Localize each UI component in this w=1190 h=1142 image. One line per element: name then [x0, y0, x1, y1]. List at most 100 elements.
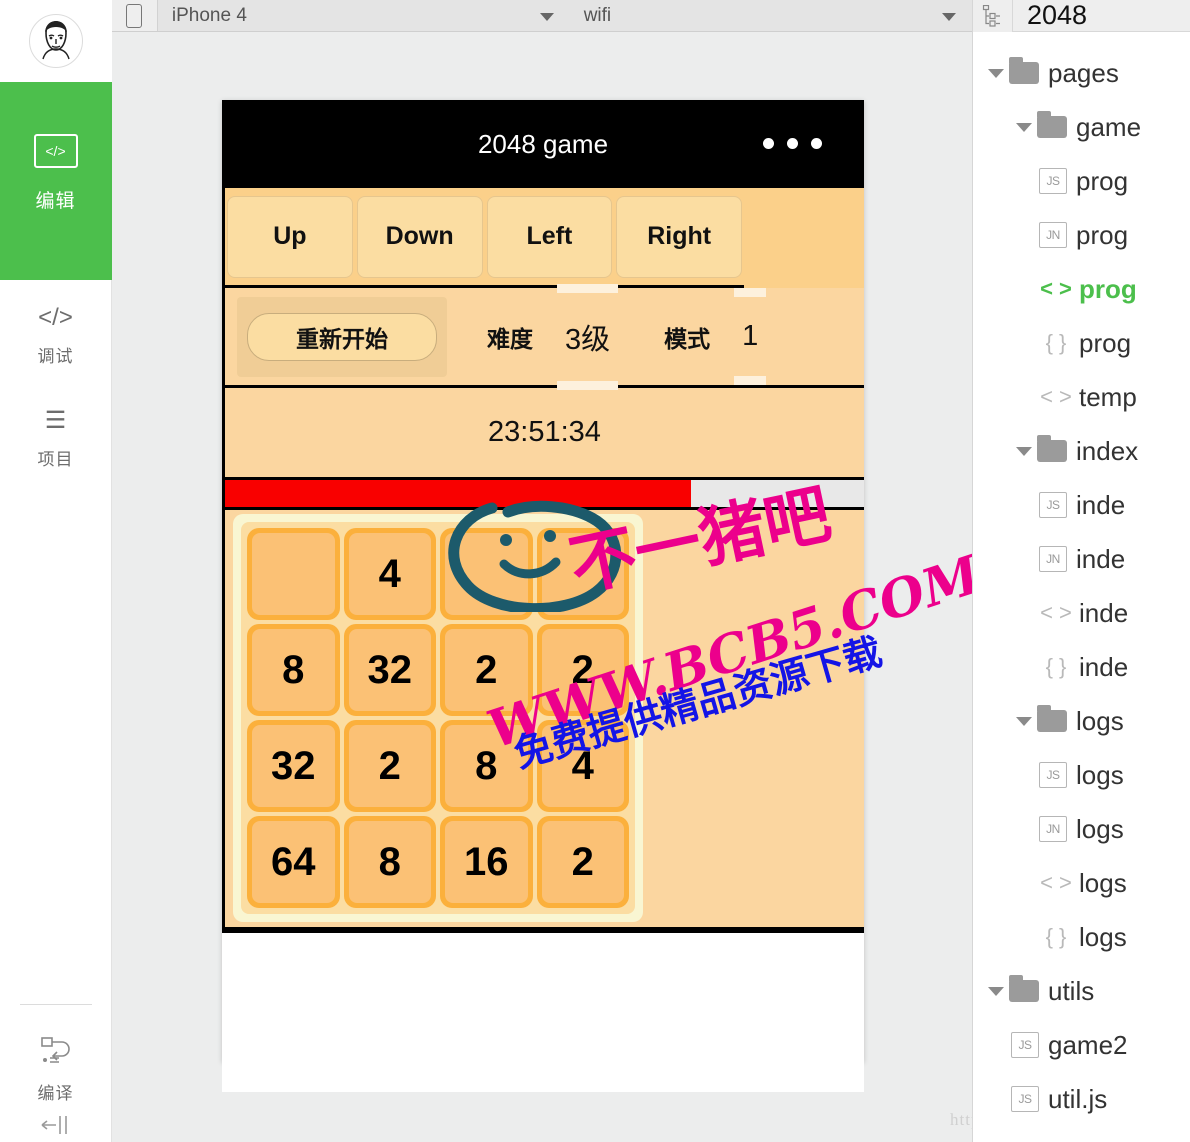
device-select[interactable]: iPhone 4 — [158, 0, 570, 31]
chevron-down-glyph — [1016, 446, 1032, 456]
tree-file-game2[interactable]: JS game2 — [973, 1018, 1190, 1072]
sidebar-divider — [19, 1004, 92, 1005]
tree-folder-pages[interactable]: pages — [973, 46, 1190, 100]
up-button[interactable]: Up — [227, 195, 353, 278]
tree-node-label: logs — [1076, 759, 1124, 790]
timer-value: 23:51:34 — [488, 416, 601, 448]
wxss-file-icon: { } — [1045, 924, 1067, 949]
tile-value: 16 — [445, 821, 528, 903]
face-icon — [41, 21, 70, 60]
tile-r3-c0: 64 — [247, 816, 340, 908]
restart-button[interactable]: 重新开始 — [247, 312, 437, 361]
network-select[interactable]: wifi — [570, 0, 972, 31]
tree-node-label: logs — [1079, 867, 1127, 898]
network-select-value: wifi — [583, 4, 612, 26]
code-icon: </> — [33, 134, 78, 168]
tree-folder-index[interactable]: index — [973, 424, 1190, 478]
tile-value: 2 — [541, 821, 624, 903]
direction-button-row: Up Down Left Right — [222, 188, 744, 288]
tree-file-prog[interactable]: { } prog — [973, 316, 1190, 370]
folder-icon — [1037, 111, 1067, 138]
tree-node-label: logs — [1076, 813, 1124, 844]
tile-r1-c2: 2 — [440, 624, 533, 716]
tile-r1-c1: 32 — [343, 624, 436, 716]
right-button[interactable]: Right — [616, 195, 742, 278]
tile-r2-c1: 2 — [343, 720, 436, 812]
compile-icon — [0, 1035, 112, 1075]
project-name: 2048 — [1027, 0, 1088, 30]
tile-value: 8 — [252, 629, 335, 711]
tree-file-prog[interactable]: < > prog — [973, 262, 1190, 316]
tree-file-logs[interactable]: JN logs — [973, 802, 1190, 856]
chevron-down-icon[interactable] — [1011, 446, 1037, 456]
code-icon: </> — [38, 304, 73, 331]
tree-file-logs[interactable]: JS logs — [973, 748, 1190, 802]
direction-row-filler — [744, 188, 864, 288]
chevron-down-icon[interactable] — [983, 986, 1009, 996]
tree-folder-logs[interactable]: logs — [973, 694, 1190, 748]
timer-row: 23:51:34 — [222, 388, 864, 480]
tile-r3-c1: 8 — [343, 816, 436, 908]
progress-bar-fill — [225, 480, 692, 507]
tree-file-inde[interactable]: JS inde — [973, 478, 1190, 532]
phone-frame: 2048 game Up Down Left Right 重新开始 难度 3级 … — [222, 100, 864, 1092]
left-button[interactable]: Left — [486, 195, 613, 278]
tree-file-util.js[interactable]: JS util.js — [973, 1072, 1190, 1126]
chevron-down-icon[interactable] — [983, 68, 1009, 78]
tree-file-prog[interactable]: JN prog — [973, 208, 1190, 262]
phone-icon[interactable] — [112, 0, 158, 31]
tile-r1-c0: 8 — [247, 624, 340, 716]
chevron-down-icon — [539, 12, 554, 21]
tile-value: 32 — [252, 725, 335, 807]
app-window: </> 编辑 </> 调试 ☰ 项目 编译 iPhone 4 wifi 2048… — [0, 0, 1190, 1142]
sidebar-item-label: 编译 — [37, 1084, 74, 1103]
mode-label: 模式 — [664, 325, 711, 352]
tree-node-label: logs — [1079, 921, 1127, 952]
sidebar-item-project[interactable]: ☰ 项目 — [0, 383, 112, 486]
tree-folder-utils[interactable]: utils — [973, 964, 1190, 1018]
control-row: 重新开始 难度 3级 模式 1 — [222, 283, 864, 390]
tree-node-label: utils — [1048, 975, 1095, 1006]
difficulty-picker[interactable]: 3级 — [551, 283, 624, 390]
file-tree-header: 2048 — [973, 0, 1190, 32]
device-select-value: iPhone 4 — [171, 4, 247, 26]
tile-r0-c2 — [440, 528, 533, 620]
mode-picker[interactable]: 1 — [728, 288, 772, 385]
sidebar-item-debug[interactable]: </> 调试 — [0, 280, 112, 383]
top-toolbar: iPhone 4 wifi — [112, 0, 972, 32]
tree-file-prog[interactable]: JS prog — [973, 154, 1190, 208]
tree-file-inde[interactable]: JN inde — [973, 532, 1190, 586]
compile-icon-svg — [40, 1037, 70, 1063]
json-file-icon: JN — [1039, 816, 1067, 842]
sidebar-item-label: 编辑 — [35, 191, 76, 212]
file-tree-panel: 2048 pages game JS prog JN prog < > prog { } prog… — [972, 0, 1190, 1142]
tree-file-inde[interactable]: < > inde — [973, 586, 1190, 640]
tile-r3-c3: 2 — [536, 816, 629, 908]
tile-value: 2 — [348, 725, 431, 807]
wxss-file-icon: { } — [1045, 654, 1067, 679]
chevron-down-icon[interactable] — [1011, 716, 1037, 726]
down-button[interactable]: Down — [356, 195, 483, 278]
tree-file-logs[interactable]: < > logs — [973, 856, 1190, 910]
sidebar-item-label: 调试 — [37, 347, 74, 366]
chevron-down-icon[interactable] — [1011, 122, 1037, 132]
tree-file-inde[interactable]: { } inde — [973, 640, 1190, 694]
tree-file-temp[interactable]: < > temp — [973, 370, 1190, 424]
sidebar-item-compile[interactable]: 编译 — [0, 1017, 112, 1112]
more-dots-icon[interactable] — [763, 138, 822, 149]
tree-node-label: logs — [1076, 705, 1124, 736]
tile-r0-c3 — [536, 528, 629, 620]
tile-r2-c0: 32 — [247, 720, 340, 812]
tile-r1-c3: 2 — [536, 624, 629, 716]
avatar[interactable] — [0, 0, 112, 82]
sidebar-item-extra[interactable] — [0, 1112, 112, 1142]
sidebar-item-edit[interactable]: </> 编辑 — [0, 82, 112, 280]
hierarchy-icon[interactable] — [973, 0, 1013, 32]
tree-folder-game[interactable]: game — [973, 100, 1190, 154]
tree-node-label: prog — [1079, 273, 1137, 304]
folder-icon — [1037, 435, 1067, 462]
left-sidebar: </> 编辑 </> 调试 ☰ 项目 编译 — [0, 0, 112, 1142]
game-board: 4 8 32 2 2 32 2 8 4 64 8 16 2 — [233, 514, 643, 922]
tree-file-logs[interactable]: { } logs — [973, 910, 1190, 964]
json-file-icon: JN — [1039, 222, 1067, 248]
